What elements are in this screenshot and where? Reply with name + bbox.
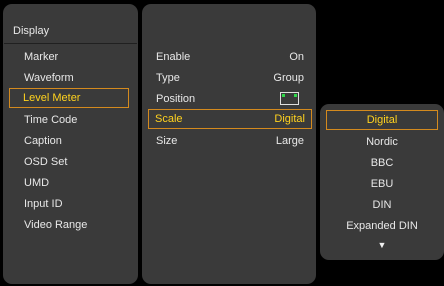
position-marker-top-right: [294, 94, 297, 97]
setting-label: Enable: [156, 51, 191, 63]
scale-option-digital[interactable]: Digital: [326, 110, 438, 130]
setting-value: On: [289, 51, 304, 63]
menu-item-umd[interactable]: UMD: [9, 172, 129, 192]
menu-item-time-code[interactable]: Time Code: [9, 109, 129, 129]
setting-value: Group: [273, 72, 304, 84]
setting-row-type[interactable]: Type Group: [148, 67, 312, 87]
scale-option-nordic[interactable]: Nordic: [326, 131, 438, 151]
scroll-down-arrow-icon[interactable]: ▼: [326, 239, 438, 251]
setting-label: Scale: [155, 113, 183, 125]
setting-label: Position: [156, 93, 196, 105]
menu-title: Display: [13, 25, 50, 37]
setting-row-position[interactable]: Position: [148, 88, 312, 108]
menu-item-level-meter[interactable]: Level Meter: [9, 88, 129, 108]
menu-item-video-range[interactable]: Video Range: [9, 214, 129, 234]
scale-option-bbc[interactable]: BBC: [326, 152, 438, 172]
setting-row-enable[interactable]: Enable On: [148, 46, 312, 66]
setting-value: Large: [275, 135, 304, 147]
scale-option-din[interactable]: DIN: [326, 194, 438, 214]
menu-divider: [4, 43, 137, 44]
menu-item-waveform[interactable]: Waveform: [9, 67, 129, 87]
menu-item-marker[interactable]: Marker: [9, 46, 129, 66]
setting-value: Digital: [274, 113, 305, 125]
scale-option-expanded-din[interactable]: Expanded DIN: [326, 215, 438, 235]
menu-item-caption[interactable]: Caption: [9, 130, 129, 150]
setting-label: Size: [156, 135, 178, 147]
scale-options-dropdown: Digital Nordic BBC EBU DIN Expanded DIN …: [320, 104, 444, 260]
menu-item-input-id[interactable]: Input ID: [9, 193, 129, 213]
position-marker-top-left: [282, 94, 285, 97]
setting-label: Type: [156, 72, 180, 84]
setting-row-size[interactable]: Size Large: [148, 130, 312, 150]
scale-option-ebu[interactable]: EBU: [326, 173, 438, 193]
display-menu-panel: Display Marker Waveform Level Meter Time…: [3, 4, 138, 284]
setting-row-scale[interactable]: Scale Digital: [148, 109, 312, 129]
position-top-corners-icon: [280, 92, 299, 105]
menu-item-osd-set[interactable]: OSD Set: [9, 151, 129, 171]
level-meter-settings-panel: Enable On Type Group Position Scale Digi…: [142, 4, 316, 284]
